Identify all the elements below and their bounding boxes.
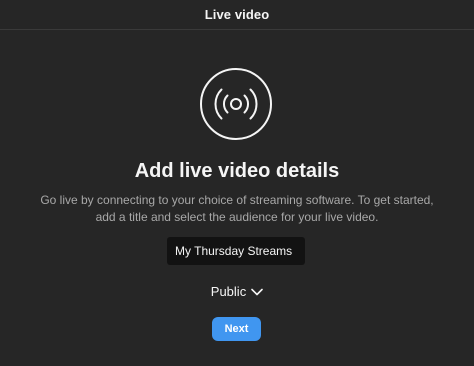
audience-dropdown[interactable]: Public xyxy=(210,284,264,299)
next-button[interactable]: Next xyxy=(212,317,261,341)
live-broadcast-icon xyxy=(200,68,272,140)
audience-row: Public xyxy=(0,284,474,299)
title-input[interactable] xyxy=(167,237,305,265)
page-heading: Add live video details xyxy=(134,160,340,182)
description-text: Go live by connecting to your choice of … xyxy=(40,193,434,224)
audience-label: Public xyxy=(210,284,247,299)
live-video-dialog: Live video Add live video details Go liv… xyxy=(0,0,474,366)
dialog-header: Live video xyxy=(0,0,474,30)
dialog-title: Live video xyxy=(204,7,270,22)
chevron-down-icon xyxy=(251,288,264,295)
